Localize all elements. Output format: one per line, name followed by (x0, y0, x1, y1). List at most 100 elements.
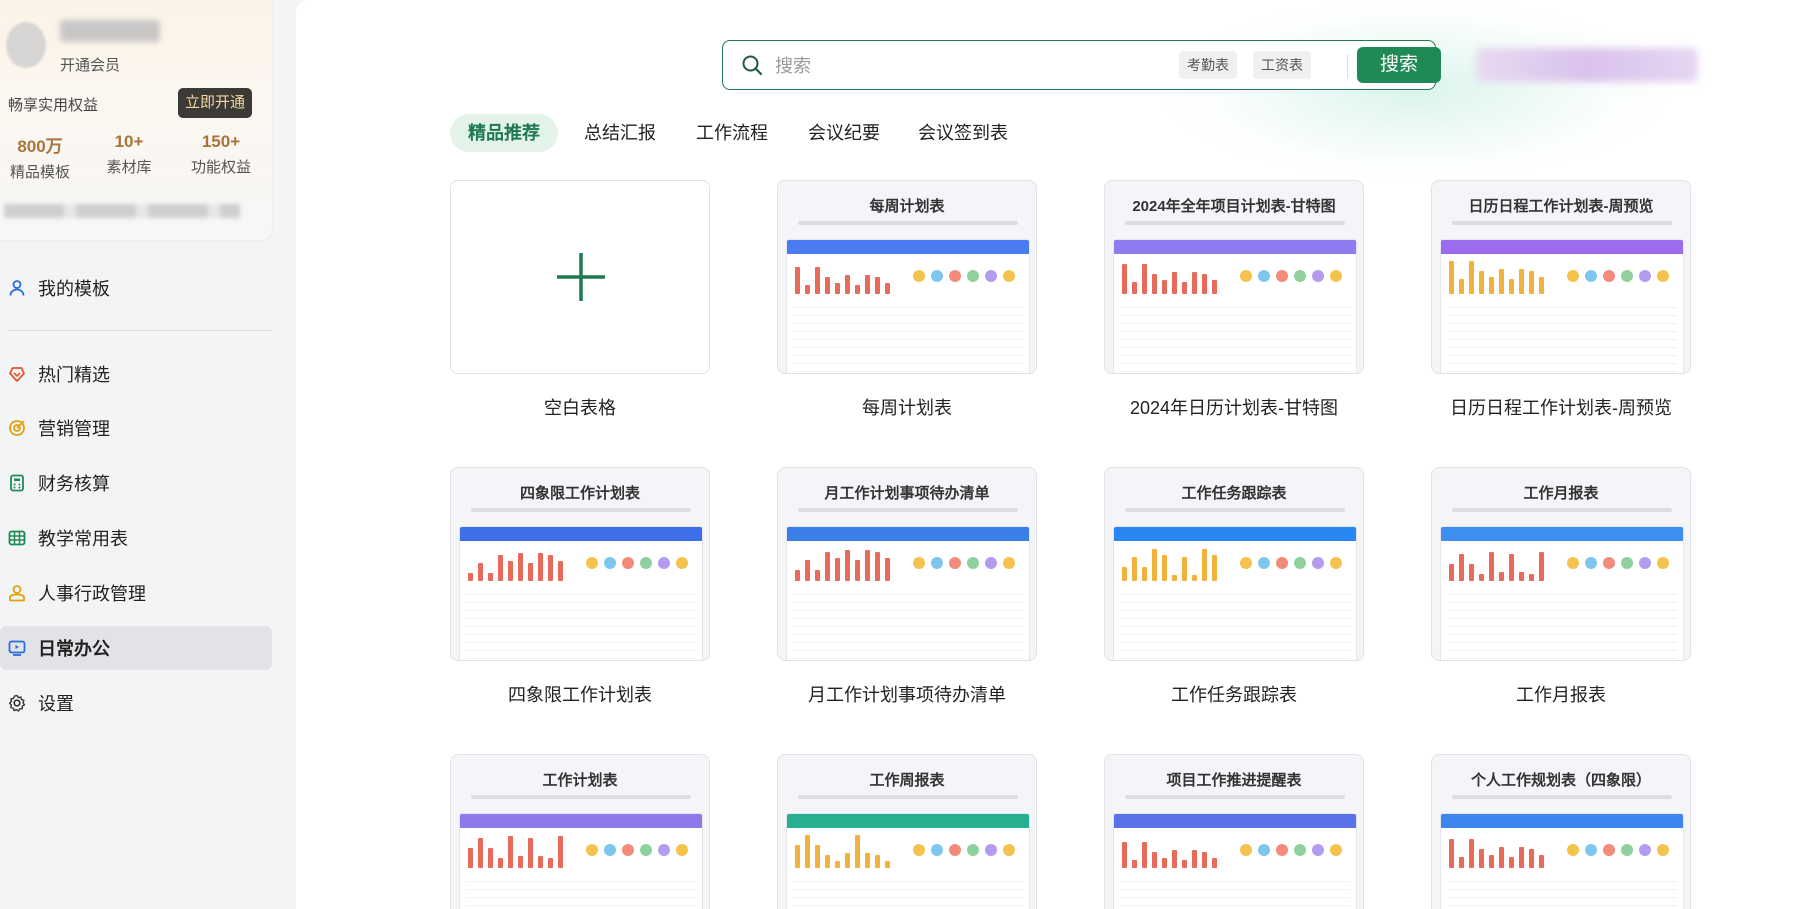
sidebar-item-hr[interactable]: 人事行政管理 (0, 571, 272, 615)
search-button[interactable]: 搜索 (1357, 47, 1441, 83)
template-thumbnail[interactable]: 2024年全年项目计划表-甘特图 (1104, 180, 1364, 374)
preview-bar (1172, 575, 1177, 581)
preview-bar (835, 861, 840, 868)
preview-dot (1294, 270, 1306, 282)
redacted-line (4, 204, 240, 218)
template-thumbnail[interactable]: 个人工作规划表（四象限） (1431, 754, 1691, 909)
sidebar-item-label: 热门精选 (38, 365, 110, 385)
preview-bar (1489, 552, 1494, 581)
template-label[interactable]: 日历日程工作计划表-周预览 (1431, 394, 1691, 420)
sidebar-item-hot[interactable]: 热门精选 (0, 352, 272, 396)
preview-bar (1459, 554, 1464, 581)
preview-dot (967, 270, 979, 282)
preview-bar (1519, 847, 1524, 868)
tab-meeting-signin[interactable]: 会议签到表 (900, 114, 1026, 152)
template-label[interactable]: 月工作计划事项待办清单 (777, 681, 1037, 707)
thumbnail-subtitle-line (1125, 508, 1345, 512)
preview-indicators (1240, 838, 1350, 862)
preview-indicators (1567, 551, 1677, 575)
template-label[interactable]: 工作任务跟踪表 (1104, 681, 1364, 707)
template-thumbnail[interactable]: 工作月报表 (1431, 467, 1691, 661)
template-card[interactable]: 月工作计划事项待办清单 月工作计划事项待办清单 (777, 467, 1037, 707)
template-label[interactable]: 每周计划表 (777, 394, 1037, 420)
preview-bar (865, 550, 870, 581)
preview-dot (1276, 557, 1288, 569)
preview-indicators (913, 838, 1023, 862)
search-chip-salary[interactable]: 工资表 (1253, 51, 1311, 79)
sidebar: 开通会员 畅享实用权益 立即开通 800万 精品模板 10+ 素材库 150+ … (0, 0, 296, 909)
preview-table-rows (466, 587, 696, 660)
preview-bar (518, 856, 523, 868)
template-card[interactable]: 工作周报表 (777, 754, 1037, 909)
template-card[interactable]: 四象限工作计划表 四象限工作计划表 (450, 467, 710, 707)
preview-bar (1469, 261, 1474, 294)
template-thumbnail[interactable]: 工作计划表 (450, 754, 710, 909)
preview-bar (1122, 842, 1127, 868)
preview-indicators (1567, 838, 1677, 862)
sidebar-item-marketing[interactable]: 营销管理 (0, 406, 272, 450)
template-thumbnail[interactable]: 工作周报表 (777, 754, 1037, 909)
search-chip-attendance[interactable]: 考勤表 (1179, 51, 1237, 79)
sidebar-item-my-templates[interactable]: 我的模板 (0, 266, 272, 310)
template-label[interactable]: 2024年日历计划表-甘特图 (1104, 394, 1364, 420)
preview-bar (1212, 280, 1217, 294)
tab-workflow[interactable]: 工作流程 (678, 114, 786, 152)
template-card[interactable]: 工作月报表 工作月报表 (1431, 467, 1691, 707)
template-label[interactable]: 工作月报表 (1431, 681, 1691, 707)
tab-meeting-minutes[interactable]: 会议纪要 (790, 114, 898, 152)
preview-bar (845, 550, 850, 581)
tab-summary-report[interactable]: 总结汇报 (566, 114, 674, 152)
preview-bar (845, 275, 850, 294)
template-card[interactable]: 2024年全年项目计划表-甘特图 2024年日历计划表-甘特图 (1104, 180, 1364, 420)
preview-bar-chart (468, 836, 578, 868)
template-card[interactable]: 空白表格 (450, 180, 710, 420)
preview-bar (488, 573, 493, 581)
thumbnail-subtitle-line (1125, 795, 1345, 799)
preview-bar (1162, 280, 1167, 294)
sidebar-item-settings[interactable]: 设置 (0, 681, 272, 725)
header-decoration (1166, 0, 1666, 180)
preview-dot (1585, 557, 1597, 569)
search-input[interactable] (775, 53, 1155, 79)
preview-bar (528, 563, 533, 581)
template-thumbnail[interactable]: 每周计划表 (777, 180, 1037, 374)
preview-dot (1330, 270, 1342, 282)
template-thumbnail[interactable]: 日历日程工作计划表-周预览 (1431, 180, 1691, 374)
open-membership-button[interactable]: 立即开通 (178, 88, 252, 118)
avatar[interactable] (6, 22, 46, 68)
preview-dot (640, 844, 652, 856)
sidebar-item-finance[interactable]: 财务核算 (0, 461, 272, 505)
preview-dot (604, 844, 616, 856)
template-card[interactable]: 项目工作推进提醒表 (1104, 754, 1364, 909)
preview-bar (1202, 852, 1207, 868)
preview-bar (488, 848, 493, 868)
search-divider (1347, 54, 1348, 78)
template-thumbnail[interactable]: 四象限工作计划表 (450, 467, 710, 661)
template-card[interactable]: 工作任务跟踪表 工作任务跟踪表 (1104, 467, 1364, 707)
template-card[interactable]: 每周计划表 每周计划表 (777, 180, 1037, 420)
tab-featured[interactable]: 精品推荐 (450, 114, 558, 152)
template-label[interactable]: 四象限工作计划表 (450, 681, 710, 707)
template-card[interactable]: 个人工作规划表（四象限） (1431, 754, 1691, 909)
template-label[interactable]: 空白表格 (450, 394, 710, 420)
preview-dot (622, 557, 634, 569)
thumbnail-title: 项目工作推进提醒表 (1166, 772, 1302, 789)
search-icon[interactable] (741, 54, 763, 81)
template-thumbnail[interactable]: 项目工作推进提醒表 (1104, 754, 1364, 909)
sidebar-item-daily-office[interactable]: 日常办公 (0, 626, 272, 670)
preview-bar (538, 856, 543, 868)
template-card[interactable]: 工作计划表 (450, 754, 710, 909)
preview-bar (1499, 847, 1504, 868)
preview-bar (1172, 272, 1177, 294)
preview-dot (586, 844, 598, 856)
blank-template-thumbnail[interactable] (450, 180, 710, 374)
template-card[interactable]: 日历日程工作计划表-周预览 日历日程工作计划表-周预览 (1431, 180, 1691, 420)
sidebar-item-teaching[interactable]: 教学常用表 (0, 516, 272, 560)
preview-dot (1639, 557, 1651, 569)
preview-dot (949, 557, 961, 569)
template-thumbnail[interactable]: 工作任务跟踪表 (1104, 467, 1364, 661)
preview-bar-chart (1449, 261, 1559, 294)
preview-bar (498, 858, 503, 868)
preview-indicators (586, 838, 696, 862)
template-thumbnail[interactable]: 月工作计划事项待办清单 (777, 467, 1037, 661)
